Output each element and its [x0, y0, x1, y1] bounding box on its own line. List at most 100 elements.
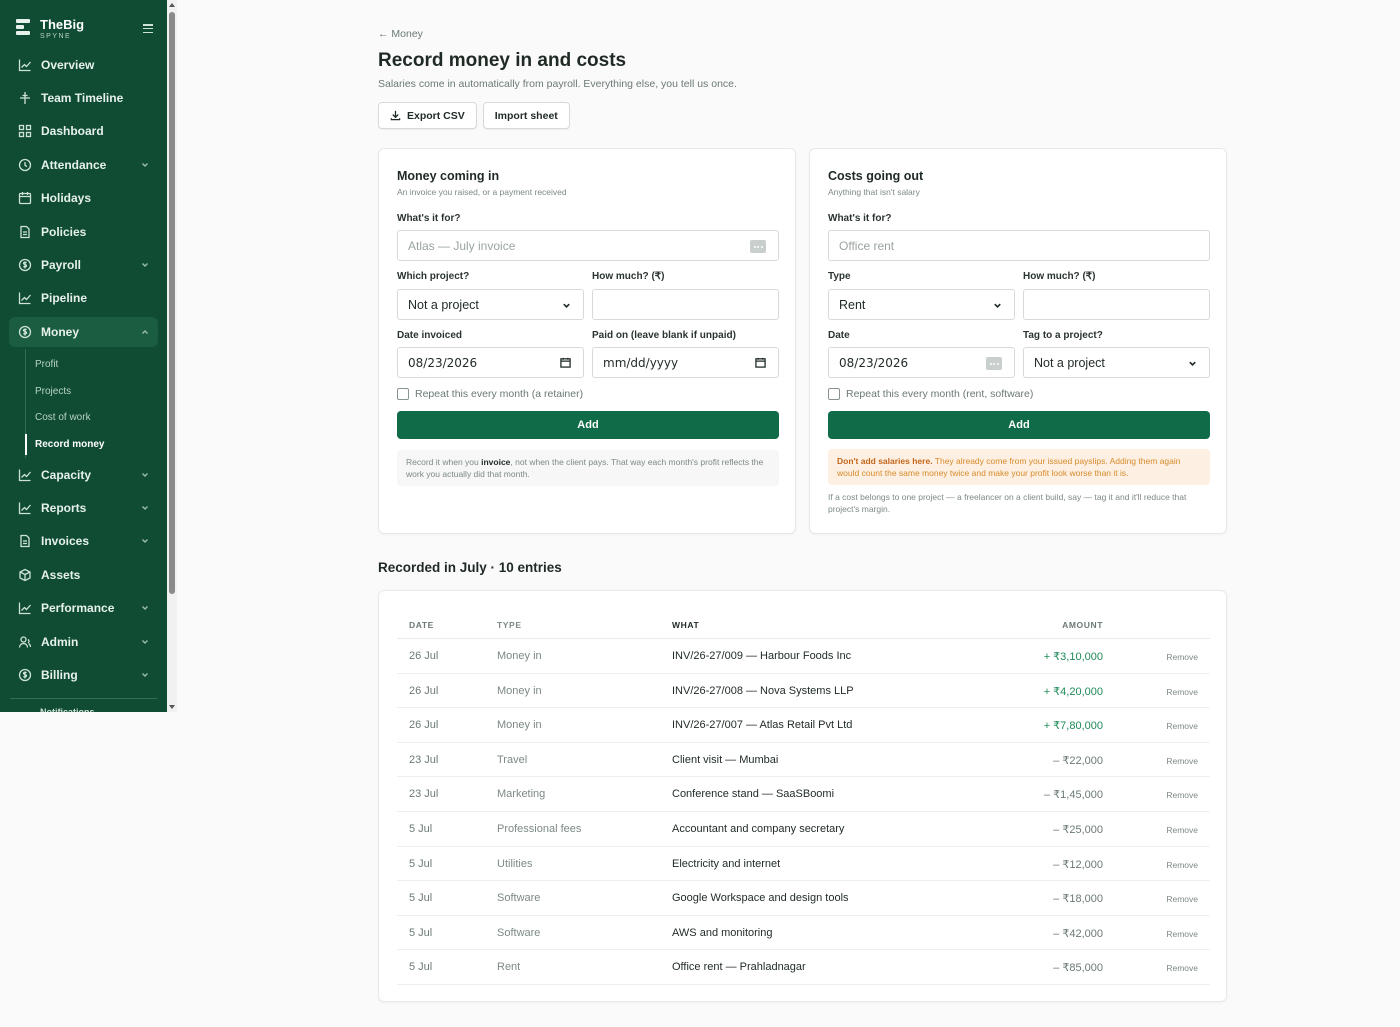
chevron-down-icon[interactable] [141, 471, 149, 479]
costs-out-project-note: If a cost belongs to one project — a fre… [828, 492, 1187, 514]
subnav-item-projects[interactable]: Projects [25, 378, 167, 405]
money-in-paid-input[interactable]: mm/dd/yyyy [592, 347, 779, 378]
autofill-ellipsis-icon[interactable] [750, 240, 766, 253]
remove-button[interactable]: Remove [1166, 721, 1198, 731]
remove-button[interactable]: Remove [1166, 894, 1198, 904]
sidebar-item-assets[interactable]: Assets [0, 558, 167, 591]
costs-out-title: Costs going out [828, 169, 924, 183]
sidebar-item-payroll[interactable]: Payroll [0, 248, 167, 281]
remove-button[interactable]: Remove [1166, 687, 1198, 697]
sidebar-item-label: Admin [41, 634, 79, 649]
row-type: Money in [497, 684, 542, 697]
sidebar-item-capacity[interactable]: Capacity [0, 458, 167, 491]
autofill-ellipsis-icon[interactable] [986, 357, 1002, 370]
coin-icon [18, 668, 32, 682]
page-subtitle: Salaries come in automatically from payr… [378, 78, 737, 90]
chevron-down-icon[interactable] [141, 537, 149, 545]
row-date: 23 Jul [409, 788, 439, 801]
remove-button[interactable]: Remove [1166, 860, 1198, 870]
money-in-date-value: 08/23/2026 [408, 355, 478, 370]
table-row: 5 Jul Software AWS and monitoring – ₹42,000… [397, 916, 1210, 951]
sidebar-item-performance[interactable]: Performance [0, 591, 167, 624]
money-in-repeat-checkbox[interactable]: Repeat this every month (a retainer) [397, 388, 583, 400]
chevron-down-icon[interactable] [141, 604, 149, 612]
sidebar-item-holidays[interactable]: Holidays [0, 182, 167, 215]
chevron-down-icon [993, 299, 1002, 313]
page-title: Record money in and costs [378, 50, 627, 71]
chevron-down-icon[interactable] [141, 671, 149, 679]
sidebar-item-admin[interactable]: Admin [0, 625, 167, 658]
sidebar-item-label: Reports [41, 500, 87, 515]
costs-out-amount-input[interactable] [1023, 289, 1210, 320]
import-sheet-button[interactable]: Import sheet [482, 102, 570, 129]
remove-button[interactable]: Remove [1166, 756, 1198, 766]
chevron-down-icon[interactable] [141, 638, 149, 646]
scrollbar-thumb[interactable] [169, 12, 175, 594]
money-in-project-select[interactable]: Not a project [397, 289, 584, 320]
breadcrumb[interactable]: ← Money [378, 28, 423, 40]
chart-line-icon [18, 468, 32, 482]
checkbox[interactable] [828, 388, 840, 400]
costs-out-repeat-label: Repeat this every month (rent, software) [846, 388, 1034, 400]
sidebar-item-money[interactable]: Money [9, 317, 158, 348]
chevron-up-icon[interactable] [141, 328, 149, 336]
sidebar-item-team-timeline[interactable]: Team Timeline [0, 81, 167, 114]
chevron-down-icon[interactable] [141, 504, 149, 512]
money-in-amount-input[interactable] [592, 289, 779, 320]
scroll-down-arrow-icon[interactable] [169, 705, 175, 709]
costs-out-tag-select[interactable]: Not a project [1023, 347, 1210, 378]
money-in-date-input[interactable]: 08/23/2026 [397, 347, 584, 378]
costs-out-date-input[interactable]: 08/23/2026 [828, 347, 1015, 378]
sidebar-item-invoices[interactable]: Invoices [0, 525, 167, 558]
subnav-item-record-money[interactable]: Record money [25, 431, 167, 458]
remove-button[interactable]: Remove [1166, 790, 1198, 800]
remove-button[interactable]: Remove [1166, 929, 1198, 939]
costs-out-add-button[interactable]: Add [828, 411, 1210, 439]
chevron-down-icon [562, 299, 571, 313]
costs-out-date-label: Date [828, 330, 850, 341]
row-type: Money in [497, 719, 542, 732]
checkbox[interactable] [397, 388, 409, 400]
chevron-down-icon[interactable] [141, 261, 149, 269]
costs-out-what-placeholder: Office rent [839, 238, 895, 253]
costs-out-what-label: What's it for? [828, 213, 892, 224]
remove-button[interactable]: Remove [1166, 825, 1198, 835]
row-amount: – ₹42,000 [1053, 927, 1103, 940]
remove-button[interactable]: Remove [1166, 963, 1198, 973]
chevron-down-icon[interactable] [141, 161, 149, 169]
sidebar-item-reports[interactable]: Reports [0, 491, 167, 524]
remove-button[interactable]: Remove [1166, 652, 1198, 662]
sidebar-item-overview[interactable]: Overview [0, 48, 167, 81]
brand-logo-icon [16, 18, 30, 39]
row-date: 5 Jul [409, 926, 433, 939]
money-in-add-button[interactable]: Add [397, 411, 779, 439]
sidebar-scrollbar[interactable] [167, 0, 177, 712]
sidebar-item-notifications[interactable]: Notifications [0, 699, 167, 712]
users-icon [18, 635, 32, 649]
calendar-icon[interactable] [560, 357, 571, 371]
sidebar-item-label: Policies [41, 224, 87, 239]
money-in-what-label: What's it for? [397, 213, 461, 224]
sidebar-item-dashboard[interactable]: Dashboard [0, 115, 167, 148]
row-date: 5 Jul [409, 857, 433, 870]
costs-out-repeat-checkbox[interactable]: Repeat this every month (rent, software) [828, 388, 1033, 400]
costs-out-type-select[interactable]: Rent [828, 289, 1015, 320]
subnav-item-cost-of-work[interactable]: Cost of work [25, 405, 167, 432]
sidebar-item-pipeline[interactable]: Pipeline [0, 282, 167, 315]
scroll-up-arrow-icon[interactable] [169, 3, 175, 7]
grid-icon [18, 124, 32, 138]
costs-out-date-value: 08/23/2026 [839, 355, 909, 370]
sidebar-item-label: Assets [41, 567, 81, 582]
sidebar-item-label: Money [41, 325, 80, 340]
row-what: Client visit — Mumbai [672, 753, 779, 766]
hamburger-menu-icon[interactable] [143, 24, 153, 33]
sidebar-item-policies[interactable]: Policies [0, 215, 167, 248]
subnav-item-profit[interactable]: Profit [25, 351, 167, 378]
calendar-icon[interactable] [755, 357, 766, 371]
sidebar-item-billing[interactable]: Billing [0, 658, 167, 691]
row-date: 23 Jul [409, 753, 439, 766]
costs-out-what-input[interactable]: Office rent [828, 230, 1210, 261]
export-csv-button[interactable]: Export CSV [378, 102, 477, 129]
money-in-what-input[interactable]: Atlas — July invoice [397, 230, 779, 261]
sidebar-item-attendance[interactable]: Attendance [0, 148, 167, 181]
